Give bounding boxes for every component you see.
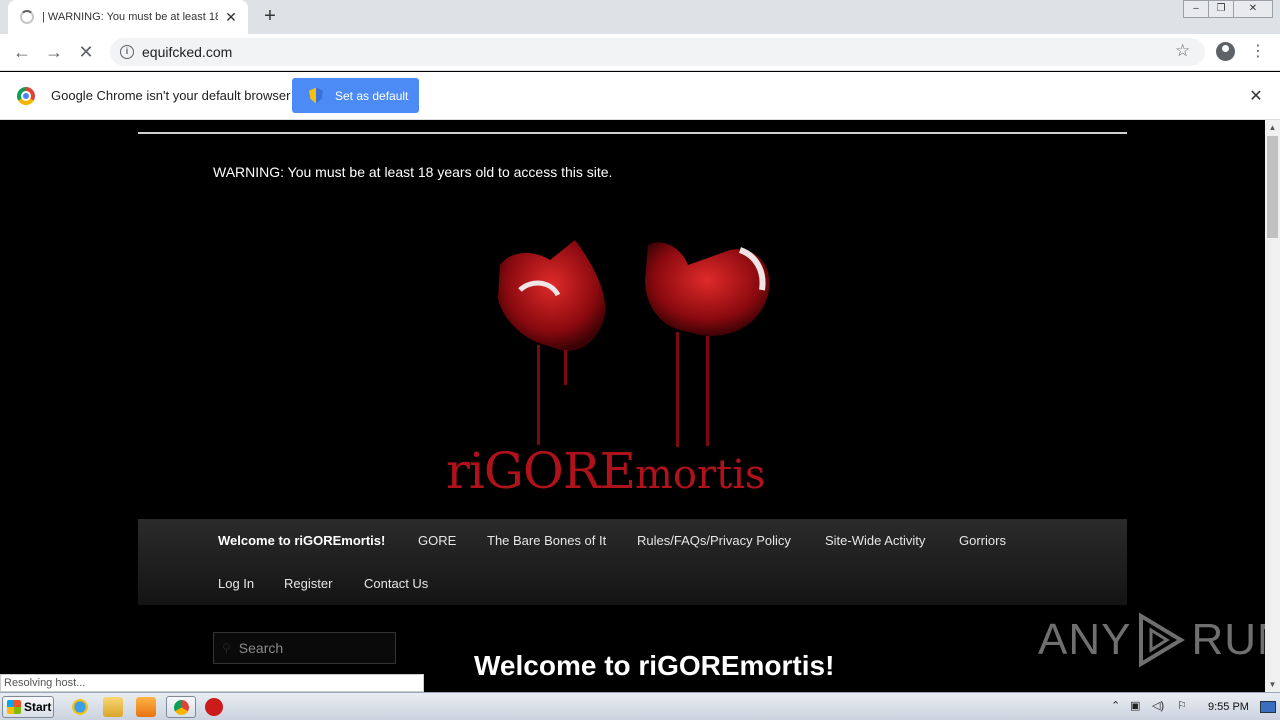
set-as-default-button[interactable]: Set as default — [292, 78, 419, 113]
chrome-taskbar-button[interactable] — [166, 696, 196, 718]
scroll-thumb[interactable] — [1267, 136, 1278, 238]
chrome-logo-icon — [17, 87, 35, 105]
nav-item-bare-bones[interactable]: The Bare Bones of It — [487, 533, 606, 548]
media-player-icon[interactable] — [136, 697, 156, 717]
watermark-right-text: RUN — [1191, 615, 1265, 664]
default-browser-infobar: Google Chrome isn't your default browser… — [0, 72, 1280, 120]
nav-item-contact[interactable]: Contact Us — [364, 576, 428, 591]
site-info-icon[interactable]: i — [120, 45, 134, 59]
opera-icon[interactable] — [205, 698, 223, 716]
show-desktop-icon[interactable] — [1260, 701, 1276, 713]
file-explorer-icon[interactable] — [103, 697, 123, 717]
play-icon — [1139, 612, 1186, 668]
search-box: ⚲ — [213, 632, 396, 664]
tab-title: | WARNING: You must be at least 18 — [42, 11, 218, 23]
loading-spinner-icon — [20, 10, 34, 24]
nav-item-rules[interactable]: Rules/FAQs/Privacy Policy — [637, 533, 791, 548]
scroll-up-icon[interactable]: ▲ — [1265, 120, 1280, 135]
stop-loading-icon[interactable]: ✕ — [74, 40, 98, 64]
web-page: WARNING: You must be at least 18 years o… — [0, 120, 1265, 692]
set-as-default-label: Set as default — [335, 88, 409, 103]
logo-text-part2: mortis — [634, 452, 766, 498]
browser-tab[interactable]: | WARNING: You must be at least 18 ✕ — [8, 0, 248, 34]
nav-item-welcome[interactable]: Welcome to riGOREmortis! — [218, 533, 385, 548]
start-button[interactable]: Start — [2, 696, 54, 718]
anyrun-watermark: ANY RUN — [1038, 608, 1265, 672]
infobar-message: Google Chrome isn't your default browser — [51, 88, 291, 103]
forward-arrow-icon[interactable]: → — [42, 40, 66, 64]
back-arrow-icon[interactable]: ← — [10, 40, 34, 64]
volume-icon[interactable]: ◁) — [1152, 699, 1164, 712]
address-bar[interactable]: i equifcked.com — [110, 38, 1205, 66]
taskbar-clock[interactable]: 9:55 PM — [1208, 701, 1249, 713]
age-warning-text: WARNING: You must be at least 18 years o… — [213, 164, 613, 180]
nav-item-login[interactable]: Log In — [218, 576, 254, 591]
search-input[interactable] — [238, 640, 379, 656]
site-logo-text: riGOREmortis — [446, 442, 766, 500]
chrome-icon — [174, 700, 189, 715]
start-label: Start — [24, 700, 52, 714]
nav-item-gorriors[interactable]: Gorriors — [959, 533, 1006, 548]
windows-logo-icon — [7, 700, 21, 714]
new-tab-button[interactable]: + — [258, 5, 282, 29]
network-icon[interactable]: ▣ — [1130, 699, 1140, 712]
scroll-down-icon[interactable]: ▼ — [1265, 677, 1280, 692]
bookmark-star-icon[interactable]: ☆ — [1175, 41, 1190, 61]
site-navigation: Welcome to riGOREmortis! GORE The Bare B… — [138, 519, 1127, 605]
welcome-heading: Welcome to riGOREmortis! — [474, 650, 835, 681]
windows-taskbar: Start ⌃ ▣ ◁) ⚐ 9:55 PM — [0, 692, 1280, 720]
status-bubble: Resolving host... — [0, 674, 424, 692]
browser-toolbar: ← → ✕ i equifcked.com ☆ ⋮ — [0, 34, 1280, 71]
search-icon: ⚲ — [222, 641, 231, 655]
tab-close-icon[interactable]: ✕ — [224, 9, 238, 26]
tab-strip: | WARNING: You must be at least 18 ✕ + –… — [0, 0, 1280, 34]
nav-item-gore[interactable]: GORE — [418, 533, 456, 548]
more-menu-icon[interactable]: ⋮ — [1250, 40, 1266, 64]
minimize-button[interactable]: – — [1183, 0, 1209, 18]
top-divider — [138, 132, 1127, 134]
restore-button[interactable]: ❐ — [1208, 0, 1234, 18]
tray-expand-icon[interactable]: ⌃ — [1111, 699, 1120, 712]
nav-item-register[interactable]: Register — [284, 576, 332, 591]
url-text: equifcked.com — [142, 44, 233, 60]
watermark-left-text: ANY — [1038, 615, 1132, 664]
action-center-flag-icon[interactable]: ⚐ — [1177, 699, 1187, 712]
infobar-close-icon[interactable]: ✕ — [1247, 86, 1265, 106]
uac-shield-icon — [309, 87, 323, 104]
page-scrollbar[interactable]: ▲ ▼ — [1265, 120, 1280, 692]
nav-item-activity[interactable]: Site-Wide Activity — [825, 533, 925, 548]
window-close-button[interactable]: ✕ — [1233, 0, 1273, 18]
internet-explorer-icon[interactable] — [70, 697, 90, 717]
account-avatar-icon[interactable] — [1216, 42, 1235, 61]
logo-text-part1: riGORE — [446, 442, 636, 500]
